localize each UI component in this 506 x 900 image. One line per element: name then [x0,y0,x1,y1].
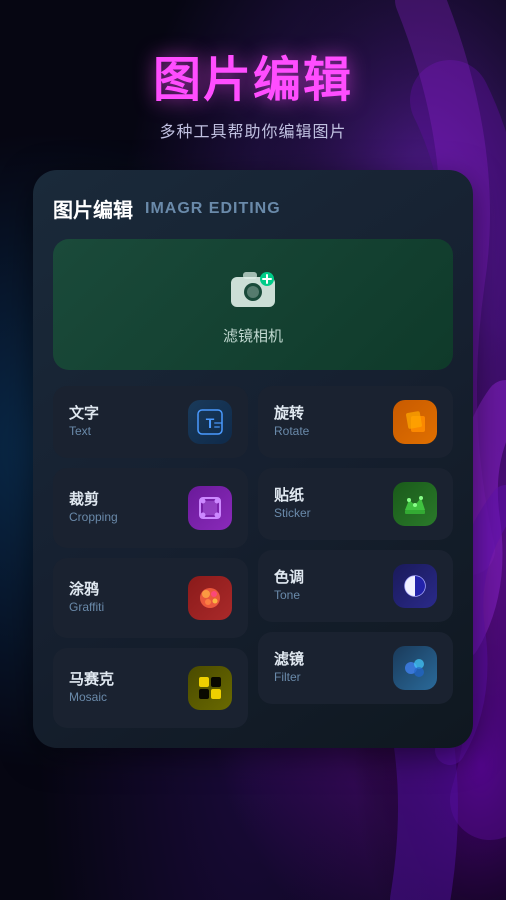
svg-text:T: T [206,415,215,431]
crop-icon [188,486,232,530]
camera-label: 滤镜相机 [223,325,283,346]
camera-icon [227,263,279,315]
mosaic-icon [188,666,232,710]
tool-text[interactable]: 文字 Text T [53,386,248,458]
graffiti-icon [188,576,232,620]
tools-layout: 文字 Text T 裁剪 [53,386,453,728]
sticker-icon [393,482,437,526]
card-title-en: IMAGR EDITING [145,200,281,218]
rotate-icon [393,400,437,444]
tool-tone[interactable]: 色调 Tone [258,550,453,622]
text-icon: T [188,400,232,444]
tool-crop[interactable]: 裁剪 Cropping [53,468,248,548]
tone-icon [393,564,437,608]
tool-rotate[interactable]: 旋转 Rotate [258,386,453,458]
tool-mosaic[interactable]: 马赛克 Mosaic [53,648,248,728]
left-column: 文字 Text T 裁剪 [53,386,248,728]
card-title-cn: 图片编辑 [53,194,133,223]
card-header: 图片编辑 IMAGR EDITING [53,194,453,223]
tool-tone-label: 色调 Tone [274,568,304,603]
right-column: 旋转 Rotate 贴纸 Sticker [258,386,453,728]
tool-filter-label: 滤镜 Filter [274,650,304,685]
page-title: 图片编辑 [153,40,353,110]
filter-icon [393,646,437,690]
tool-text-label: 文字 Text [69,404,99,439]
main-card: 图片编辑 IMAGR EDITING 滤镜相机 [33,170,473,748]
tool-sticker[interactable]: 贴纸 Sticker [258,468,453,540]
camera-button[interactable]: 滤镜相机 [53,239,453,370]
tool-mosaic-label: 马赛克 Mosaic [69,670,114,705]
tool-filter[interactable]: 滤镜 Filter [258,632,453,704]
tool-graffiti-label: 涂鸦 Graffiti [69,580,104,615]
tool-graffiti[interactable]: 涂鸦 Graffiti [53,558,248,638]
tool-sticker-label: 贴纸 Sticker [274,486,311,521]
tool-crop-label: 裁剪 Cropping [69,490,118,525]
page-subtitle: 多种工具帮助你编辑图片 [159,118,346,142]
tool-rotate-label: 旋转 Rotate [274,404,309,439]
